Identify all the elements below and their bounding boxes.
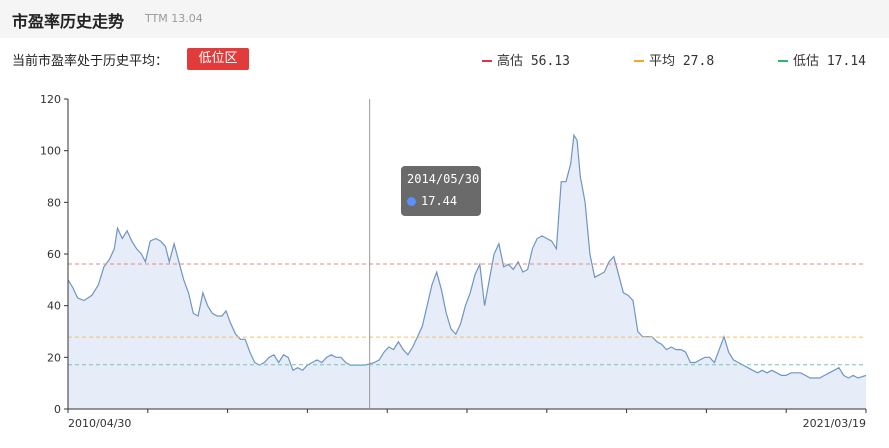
tooltip-value: 17.44: [421, 194, 458, 208]
y-tick-label: 80: [47, 196, 61, 209]
y-tick-label: 0: [54, 403, 61, 416]
y-tick-label: 120: [40, 93, 61, 106]
y-tick-label: 60: [47, 248, 61, 261]
x-tick-label-start: 2010/04/30: [68, 417, 131, 430]
y-tick-label: 100: [40, 145, 61, 158]
chart-tooltip: 2014/05/30 17.44: [401, 166, 481, 216]
y-tick-label: 40: [47, 300, 61, 313]
x-tick-label-end: 2021/03/19: [803, 417, 866, 430]
tooltip-dot-icon: [407, 197, 416, 206]
y-tick-label: 20: [47, 351, 61, 364]
tooltip-date: 2014/05/30: [407, 172, 480, 186]
pe-chart[interactable]: 0 20 40 60 80 100 120 2010/04/30 2021/03/19: [0, 0, 889, 448]
